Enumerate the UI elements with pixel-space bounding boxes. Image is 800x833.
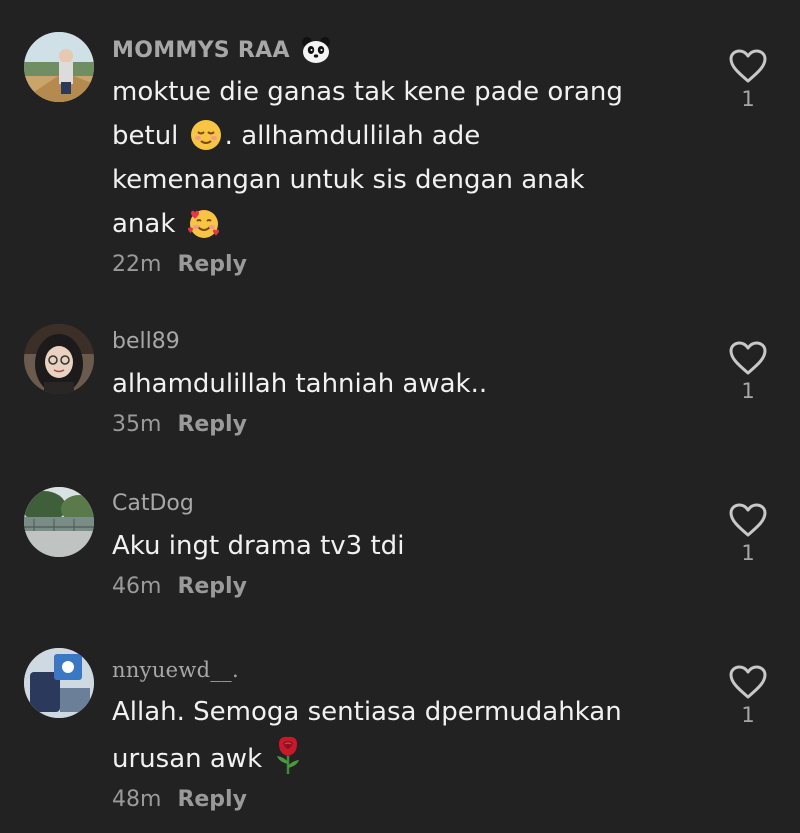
like-button[interactable]: 1: [726, 340, 770, 404]
heart-icon: [729, 665, 767, 699]
reply-button[interactable]: Reply: [177, 252, 247, 277]
rose-emoji-icon: [273, 734, 303, 774]
comment-time: 35m: [112, 412, 162, 437]
like-button[interactable]: 1: [726, 664, 770, 728]
reply-button[interactable]: Reply: [177, 412, 247, 437]
avatar[interactable]: [24, 324, 94, 394]
comment-text: alhamdulillah tahniah awak..: [112, 369, 488, 399]
like-count: 1: [741, 541, 755, 565]
comment-meta: 35m Reply: [112, 408, 692, 442]
like-button[interactable]: 1: [726, 502, 770, 566]
comment-username[interactable]: bell89: [112, 328, 692, 356]
like-button[interactable]: 1: [726, 48, 770, 112]
avatar[interactable]: [24, 487, 94, 557]
avatar[interactable]: [24, 32, 94, 102]
comment-text: Aku ingt drama tv3 tdi: [112, 531, 405, 561]
like-count: 1: [741, 87, 755, 111]
like-count: 1: [741, 379, 755, 403]
heart-icon: [729, 341, 767, 375]
like-count: 1: [741, 703, 755, 727]
comment-meta: 48m Reply: [112, 783, 692, 817]
avatar[interactable]: [24, 648, 94, 718]
comment-text: moktue die ganas tak kene pade orang bet…: [112, 77, 623, 239]
relieved-face-emoji-icon: [190, 119, 222, 151]
comment-time: 46m: [112, 574, 162, 599]
smiling-face-with-hearts-emoji-icon: [187, 207, 221, 239]
comment-username[interactable]: nnyuewd__.: [112, 656, 692, 684]
heart-icon: [729, 49, 767, 83]
reply-button[interactable]: Reply: [177, 574, 247, 599]
comment-text: Allah. Semoga sentiasa dpermudahkan urus…: [112, 697, 622, 774]
panda-emoji-icon: [301, 36, 331, 64]
heart-icon: [729, 503, 767, 537]
comment-username[interactable]: CatDog: [112, 490, 692, 518]
comment-username[interactable]: MOMMYS RAA: [112, 36, 692, 64]
reply-button[interactable]: Reply: [177, 787, 247, 812]
comment-meta: 46m Reply: [112, 570, 692, 604]
comment-meta: 22m Reply: [112, 248, 692, 282]
comment-time: 22m: [112, 252, 162, 277]
comment-time: 48m: [112, 787, 162, 812]
